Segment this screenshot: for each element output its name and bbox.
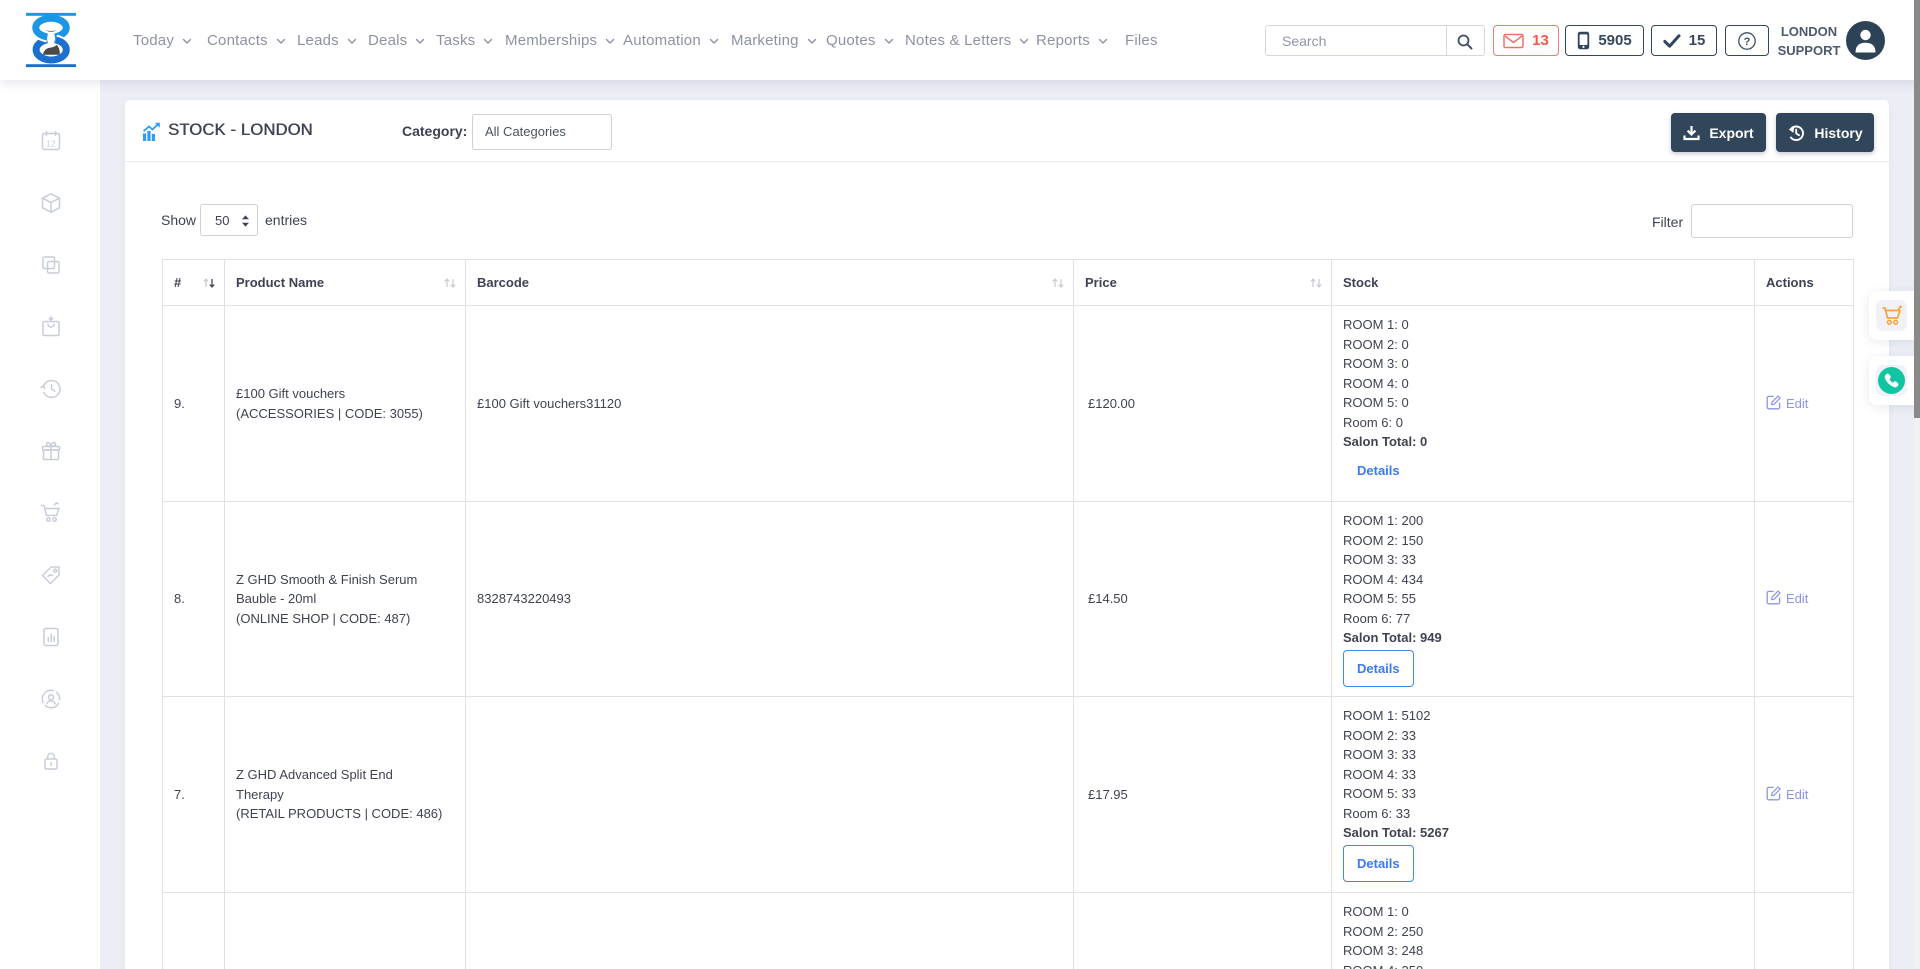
svg-text:12: 12 [46, 139, 56, 149]
svg-text:?: ? [1744, 36, 1751, 48]
